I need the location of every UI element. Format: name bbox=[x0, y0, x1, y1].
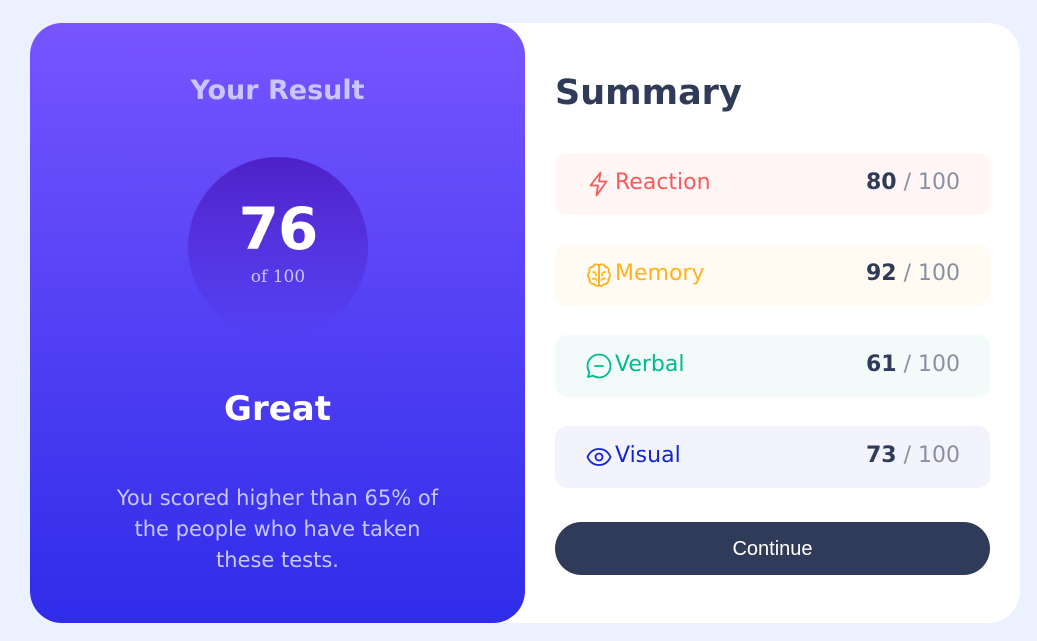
summary-item-score: 92 / 100 bbox=[866, 261, 960, 286]
score-value: 73 bbox=[865, 443, 897, 468]
score-max: / 100 bbox=[903, 352, 960, 377]
summary-item-reaction: Reaction 80 / 100 bbox=[555, 153, 990, 215]
results-card: Your Result 76 of 100 Great You scored h… bbox=[30, 23, 1020, 623]
summary-title: Summary bbox=[555, 73, 742, 113]
score-value: 61 bbox=[865, 352, 897, 377]
summary-item-score: 80 / 100 bbox=[866, 170, 960, 195]
summary-item-label: Verbal bbox=[615, 352, 685, 377]
chat-bubble-icon bbox=[585, 352, 613, 380]
score-value: 92 bbox=[865, 261, 897, 286]
summary-item-label: Visual bbox=[615, 443, 681, 468]
result-description: You scored higher than 65% of the people… bbox=[116, 486, 439, 572]
score-max-label: of 100 bbox=[250, 267, 306, 287]
score-max: / 100 bbox=[903, 443, 960, 468]
summary-item-score: 73 / 100 bbox=[866, 443, 960, 468]
summary-item-label: Memory bbox=[615, 261, 705, 286]
score-circle: 76 of 100 bbox=[188, 157, 368, 337]
summary-item-label: Reaction bbox=[615, 170, 711, 195]
result-panel: Your Result 76 of 100 Great You scored h… bbox=[30, 23, 525, 623]
summary-item-memory: Memory 92 / 100 bbox=[555, 244, 990, 306]
eye-icon bbox=[585, 443, 613, 471]
continue-button[interactable]: Continue bbox=[555, 522, 990, 575]
lightning-icon bbox=[585, 170, 613, 198]
result-title: Your Result bbox=[190, 75, 365, 106]
score-max: / 100 bbox=[903, 261, 960, 286]
rating-label: Great bbox=[224, 389, 331, 429]
summary-item-score: 61 / 100 bbox=[866, 352, 960, 377]
summary-item-verbal: Verbal 61 / 100 bbox=[555, 335, 990, 397]
score-value: 80 bbox=[865, 170, 897, 195]
score-max: / 100 bbox=[903, 170, 960, 195]
brain-icon bbox=[585, 261, 613, 289]
score-value: 76 bbox=[238, 195, 319, 263]
summary-item-visual: Visual 73 / 100 bbox=[555, 426, 990, 488]
